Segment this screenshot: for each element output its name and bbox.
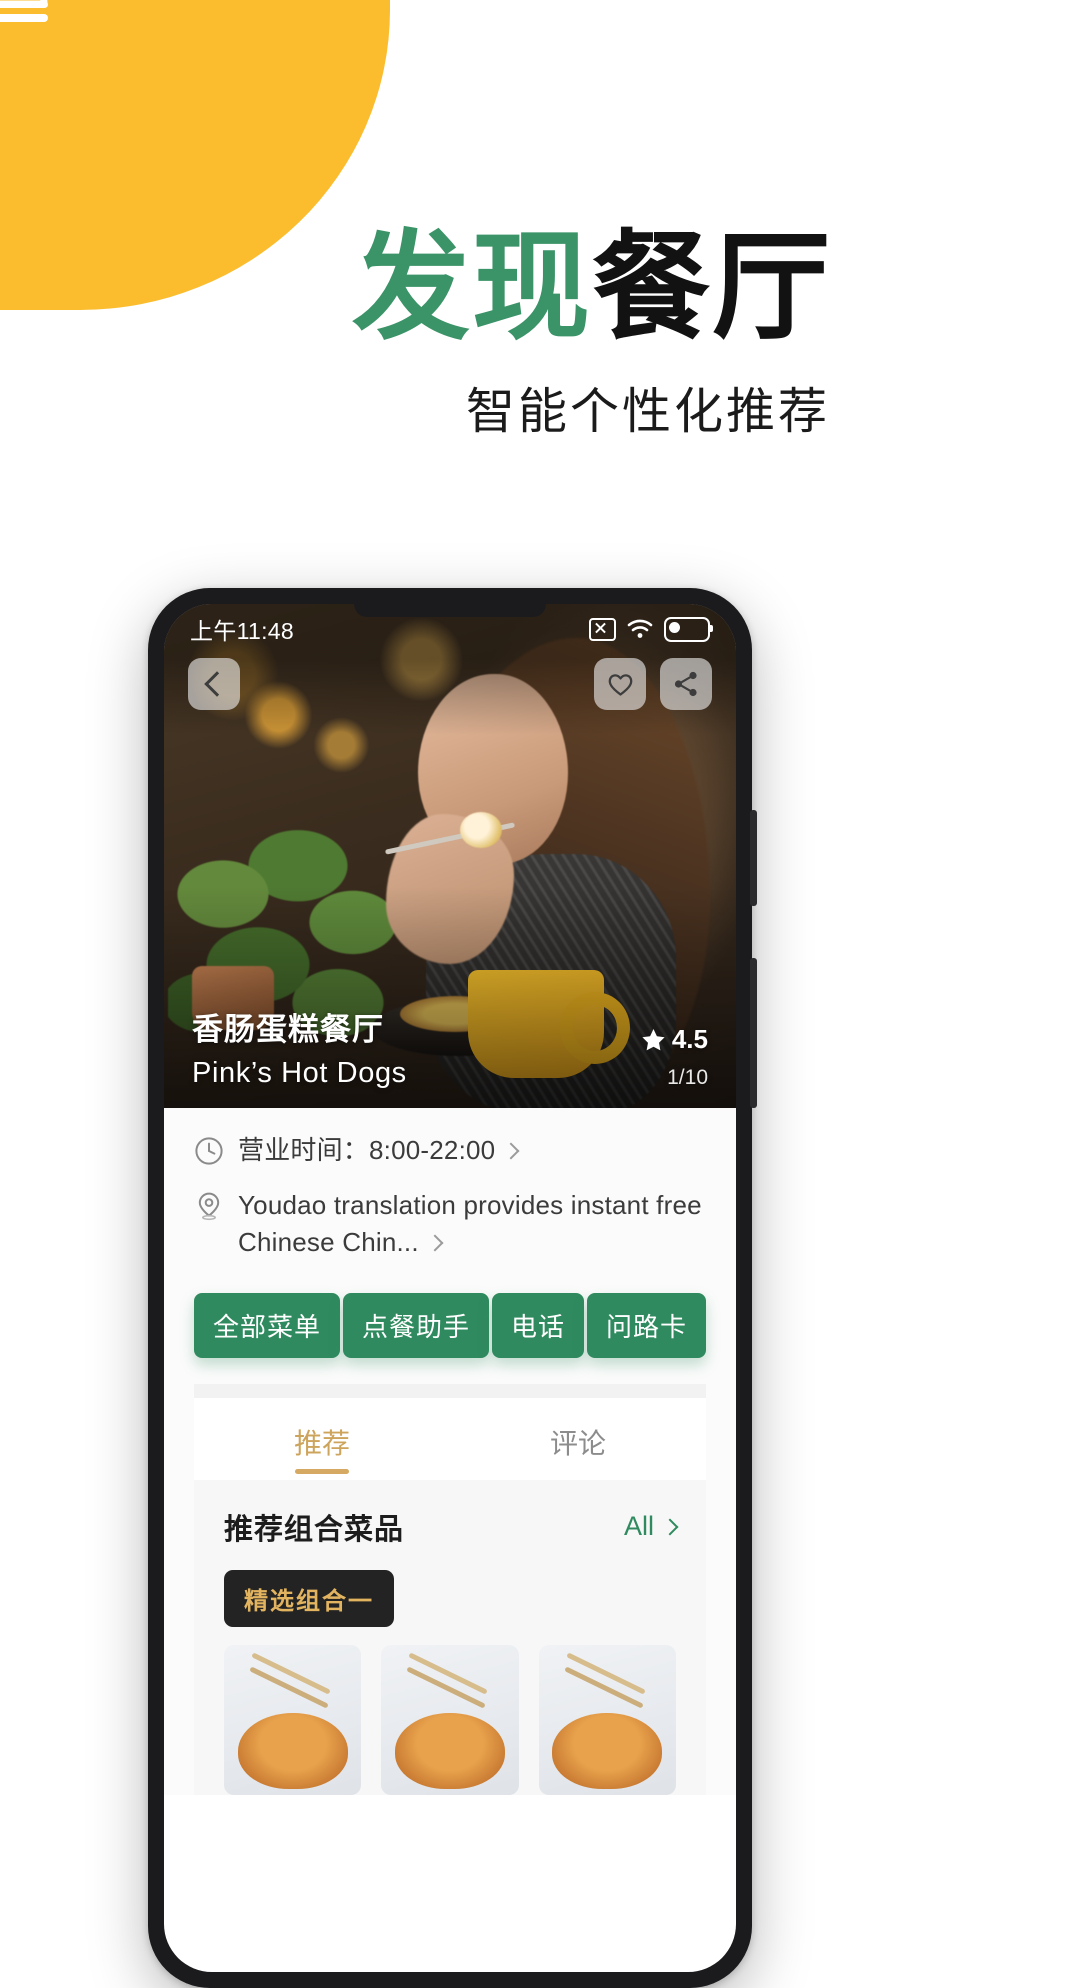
section-divider xyxy=(194,1383,706,1398)
hero-right-controls xyxy=(594,658,712,710)
location-pin-icon xyxy=(198,1192,220,1221)
action-button-order-assistant[interactable]: 点餐助手 xyxy=(342,1292,489,1358)
dish-thumb-2[interactable] xyxy=(381,1644,519,1795)
rating-block: 4.5 1/10 xyxy=(641,1024,708,1090)
chevron-right-icon xyxy=(502,1142,520,1160)
restaurant-name-cn: 香肠蛋糕餐厅 xyxy=(192,1012,384,1047)
recommend-section-header: 推荐组合菜品 All xyxy=(224,1506,679,1548)
hero-controls xyxy=(164,658,736,710)
action-button-full-menu[interactable]: 全部菜单 xyxy=(194,1292,341,1358)
address-label: Youdao translation provides instant free… xyxy=(238,1189,702,1257)
address-row[interactable]: Youdao translation provides instant free… xyxy=(194,1187,706,1261)
recommend-section: 推荐组合菜品 All 精选组合一 xyxy=(194,1479,706,1795)
tab-recommend[interactable]: 推荐 xyxy=(194,1398,450,1480)
opening-hours-text: 营业时间：8:00-22:00 xyxy=(238,1132,520,1169)
rating-value: 4.5 xyxy=(671,1024,708,1054)
rating-row: 4.5 xyxy=(641,1024,708,1055)
phone-screen: 上午11:48 香肠蛋糕餐厅 Pink’s Hot Dogs 4.5 1/10 … xyxy=(164,604,736,1972)
page-headline: 发现餐厅 xyxy=(352,228,832,348)
clock-icon xyxy=(195,1137,223,1165)
restaurant-name-en: Pink’s Hot Dogs xyxy=(192,1057,407,1089)
back-button[interactable] xyxy=(188,658,240,710)
action-button-phone[interactable]: 电话 xyxy=(491,1292,584,1358)
dish-thumbnail-list xyxy=(224,1644,676,1795)
star-icon xyxy=(642,1028,665,1050)
headline-black-part: 餐厅 xyxy=(591,222,832,354)
dish-image xyxy=(394,1712,505,1789)
headline-green-part: 发现 xyxy=(351,222,592,354)
chevron-right-icon xyxy=(426,1234,444,1252)
wifi-icon xyxy=(627,619,653,638)
combo-badge: 精选组合一 xyxy=(224,1569,394,1627)
share-button[interactable] xyxy=(660,658,712,710)
battery-icon xyxy=(664,616,713,642)
restaurant-names: 香肠蛋糕餐厅 Pink’s Hot Dogs xyxy=(192,1004,407,1090)
status-time: 上午11:48 xyxy=(190,618,294,644)
address-text: Youdao translation provides instant free… xyxy=(238,1187,706,1261)
hero-info-overlay: 香肠蛋糕餐厅 Pink’s Hot Dogs 4.5 1/10 xyxy=(164,1004,736,1090)
dish-image xyxy=(237,1712,348,1789)
tab-reviews[interactable]: 评论 xyxy=(450,1398,706,1480)
chevron-left-icon xyxy=(203,671,230,697)
photo-counter: 1/10 xyxy=(667,1066,708,1089)
dish-thumb-1[interactable] xyxy=(224,1644,362,1795)
service-bell-icon xyxy=(0,0,48,22)
close-box-icon xyxy=(589,617,616,641)
page-subheadline: 智能个性化推荐 xyxy=(465,385,830,439)
restaurant-hero-image[interactable]: 香肠蛋糕餐厅 Pink’s Hot Dogs 4.5 1/10 xyxy=(164,604,736,1108)
content-tabs: 推荐 评论 xyxy=(194,1397,706,1480)
restaurant-info-card: 营业时间：8:00-22:00 Youdao translation provi… xyxy=(164,1108,736,1795)
opening-hours-label: 营业时间：8:00-22:00 xyxy=(238,1135,496,1165)
view-all-label: All xyxy=(623,1511,654,1542)
heart-icon xyxy=(608,673,632,696)
opening-hours-row[interactable]: 营业时间：8:00-22:00 xyxy=(194,1132,706,1169)
dish-thumb-3[interactable] xyxy=(538,1644,676,1795)
recommend-section-title: 推荐组合菜品 xyxy=(224,1513,405,1546)
phone-mockup: 上午11:48 香肠蛋糕餐厅 Pink’s Hot Dogs 4.5 1/10 … xyxy=(148,588,757,1988)
phone-notch xyxy=(354,604,546,617)
quick-actions: 全部菜单 点餐助手 电话 问路卡 xyxy=(194,1279,706,1384)
favorite-button[interactable] xyxy=(594,658,646,710)
action-button-direction-card[interactable]: 问路卡 xyxy=(586,1292,706,1358)
dish-image xyxy=(552,1712,663,1789)
brand-blob xyxy=(0,0,390,310)
share-icon xyxy=(674,671,697,697)
chevron-right-icon xyxy=(661,1518,679,1536)
view-all-link[interactable]: All xyxy=(623,1511,679,1542)
status-icons xyxy=(589,616,713,642)
